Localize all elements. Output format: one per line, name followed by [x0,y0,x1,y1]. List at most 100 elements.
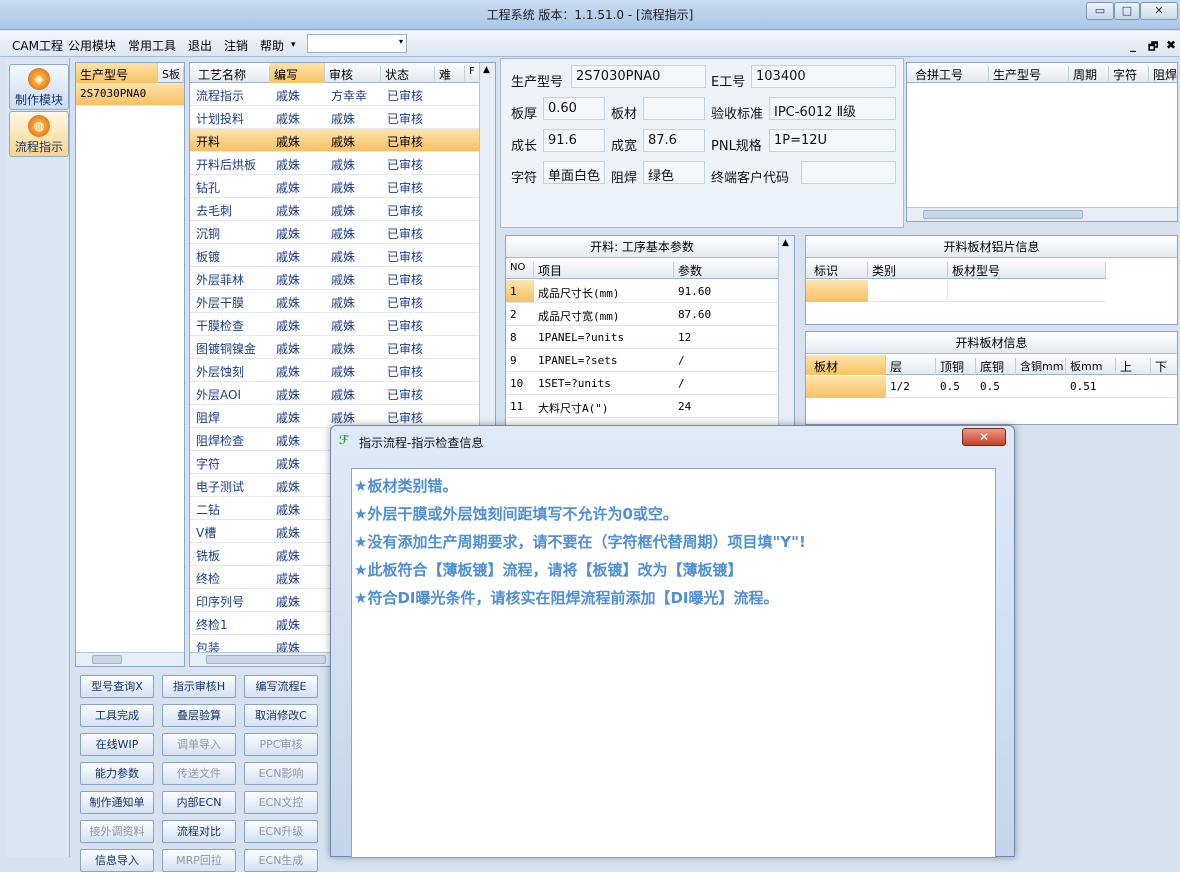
merge-hscroll[interactable] [907,207,1177,221]
action-button[interactable]: 能力参数 [80,762,154,785]
table-row[interactable]: 1/2 0.5 0.5 0.51 [806,376,1177,398]
table-row[interactable]: 干膜检查 戚姝 戚姝 已审核 [190,313,480,336]
col-top-cu[interactable]: 顶铜 [936,358,976,375]
col-model[interactable]: 生产型号 [76,63,158,83]
action-button[interactable]: 在线WIP [80,733,154,756]
action-button[interactable]: 叠层验算 [162,704,236,727]
action-button[interactable]: 信息导入 [80,849,154,872]
menu-tools[interactable]: 常用工具 [128,37,176,54]
mdi-minimize-button[interactable]: _ [1130,38,1136,52]
table-row[interactable]: 沉铜 戚姝 戚姝 已审核 [190,221,480,244]
table-row[interactable]: 外层干膜 戚姝 戚姝 已审核 [190,290,480,313]
customer-field[interactable] [801,161,896,184]
action-button[interactable]: ECN生成 [244,849,318,872]
length-field[interactable]: 91.6 [543,129,605,152]
action-button[interactable]: PPC审核 [244,733,318,756]
table-row[interactable]: 钻孔 戚姝 戚姝 已审核 [190,175,480,198]
maximize-button[interactable]: □ [1114,2,1140,20]
col-mark[interactable]: 标识 [806,262,868,279]
col-merge-char[interactable]: 字符 [1109,66,1149,83]
action-button[interactable]: 制作通知单 [80,791,154,814]
table-row[interactable]: 9 1PANEL=?sets / [506,349,778,372]
col-status[interactable]: 状态 [381,66,435,83]
minimize-button[interactable]: ▭ [1086,2,1114,20]
col-writer[interactable]: 编写 [270,63,325,83]
col-merge-no[interactable]: 合拼工号 [907,66,989,83]
col-sheet-type[interactable]: 板材型号 [948,262,1106,279]
action-button[interactable]: 型号查询X [80,675,154,698]
material-field[interactable] [643,97,705,120]
mask-field[interactable]: 绿色 [643,161,705,184]
table-row[interactable]: 2S7030PNA0 [76,83,184,106]
eng-field[interactable]: 103400 [751,65,896,88]
pnl-field[interactable]: 1P=12U [769,129,896,152]
col-board-mm[interactable]: 板mm [1066,358,1116,375]
table-row[interactable]: 开料后烘板 戚姝 戚姝 已审核 [190,152,480,175]
menu-exit[interactable]: 退出 [188,37,212,54]
col-category[interactable]: 类别 [868,262,948,279]
col-s-board[interactable]: S板 [158,66,184,83]
action-button[interactable]: 工具完成 [80,704,154,727]
action-button[interactable]: ECN文控 [244,791,318,814]
col-down[interactable]: 下 [1151,358,1177,375]
close-window-button[interactable]: ✕ [1140,2,1178,20]
col-param[interactable]: 参数 [674,262,778,279]
module-flow-button[interactable]: ◍ 流程指示 [9,111,69,157]
menu-public[interactable]: 公用模块 [68,37,116,54]
col-cu-mm[interactable]: 含铜mm [1016,358,1066,375]
table-row[interactable] [806,280,1106,302]
action-button[interactable]: 调单导入 [162,733,236,756]
table-row[interactable]: 11 大料尺寸A(") 24 [506,395,778,418]
table-row[interactable]: 计划投料 戚姝 戚姝 已审核 [190,106,480,129]
mdi-close-button[interactable]: ✖ [1166,38,1176,52]
table-row[interactable]: 1 成品尺寸长(mm) 91.60 [506,280,778,303]
action-button[interactable]: MRP回拉 [162,849,236,872]
table-row[interactable]: 8 1PANEL=?units 12 [506,326,778,349]
width-field[interactable]: 87.6 [643,129,705,152]
model-hscroll[interactable] [76,652,184,666]
table-row[interactable]: 流程指示 戚姝 方幸幸 已审核 [190,83,480,106]
action-button[interactable]: 内部ECN [162,791,236,814]
table-row[interactable]: 外层AOI 戚姝 戚姝 已审核 [190,382,480,405]
action-button[interactable]: 指示审核H [162,675,236,698]
thickness-field[interactable]: 0.60 [543,97,605,120]
col-process[interactable]: 工艺名称 [190,66,270,83]
table-row[interactable]: 开料 戚姝 戚姝 已审核 [190,129,480,152]
standard-field[interactable]: IPC-6012 Ⅱ级 [769,97,896,120]
col-difficulty[interactable]: 难 [435,66,465,83]
table-row[interactable]: 外层蚀刻 戚姝 戚姝 已审核 [190,359,480,382]
table-row[interactable]: 去毛刺 戚姝 戚姝 已审核 [190,198,480,221]
dialog-close-button[interactable]: ✕ [962,428,1006,446]
action-button[interactable]: 接外调资料 [80,820,154,843]
col-merge-model[interactable]: 生产型号 [989,66,1069,83]
col-reviewer[interactable]: 审核 [325,66,381,83]
col-f[interactable]: F [465,66,480,83]
col-merge-mask[interactable]: 阻焊 [1149,66,1177,83]
table-row[interactable]: 板镀 戚姝 戚姝 已审核 [190,244,480,267]
menu-help[interactable]: 帮助 [260,37,284,54]
col-merge-cycle[interactable]: 周期 [1069,66,1109,83]
col-up[interactable]: 上 [1116,358,1151,375]
col-sheet[interactable]: 板材 [806,355,886,375]
table-row[interactable]: 外层菲林 戚姝 戚姝 已审核 [190,267,480,290]
module-make-button[interactable]: ◈ 制作模块 [9,64,69,110]
char-field[interactable]: 单面白色 [543,161,605,184]
table-row[interactable]: 10 1SET=?units / [506,372,778,395]
action-button[interactable]: 取消修改C [244,704,318,727]
action-button[interactable]: 编写流程E [244,675,318,698]
col-no[interactable]: NO [506,262,534,279]
table-row[interactable]: 2 成品尺寸宽(mm) 87.60 [506,303,778,326]
mdi-restore-button[interactable]: 🗗 [1148,38,1158,57]
model-field[interactable]: 2S7030PNA0 [571,65,706,88]
menu-logout[interactable]: 注销 [224,37,248,54]
action-button[interactable]: 流程对比 [162,820,236,843]
col-item[interactable]: 项目 [534,262,674,279]
action-button[interactable]: 传送文件 [162,762,236,785]
table-row[interactable]: 图镀铜镍金 戚姝 戚姝 已审核 [190,336,480,359]
action-button[interactable]: ECN影响 [244,762,318,785]
menu-cam[interactable]: CAM工程 [12,37,63,54]
toolbar-combo[interactable]: ▾ [307,34,407,53]
col-layer[interactable]: 层 [886,358,936,375]
col-bot-cu[interactable]: 底铜 [976,358,1016,375]
action-button[interactable]: ECN升级 [244,820,318,843]
